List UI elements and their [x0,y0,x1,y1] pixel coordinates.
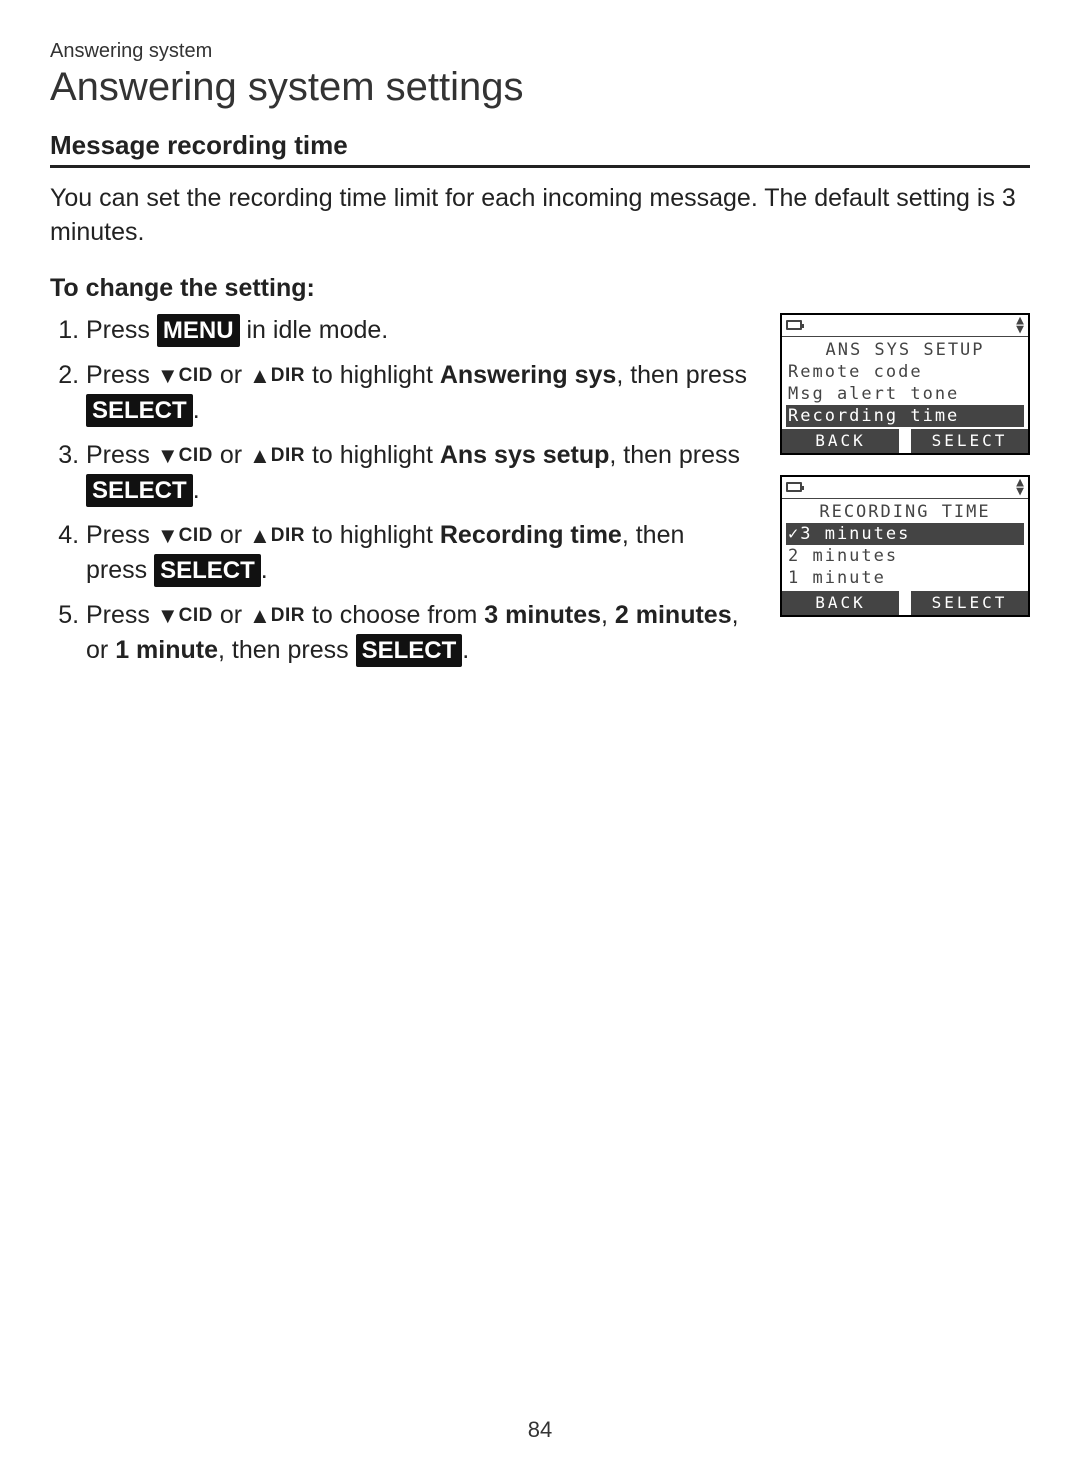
lcd-status-bar: ▲▼ [782,315,1028,337]
select-button-label: SELECT [154,554,261,588]
option: 3 minutes [484,601,601,629]
dir-label: DIR [271,445,305,466]
lcd-softkeys: BACK SELECT [782,429,1028,453]
select-button-label: SELECT [356,634,463,668]
step-3: Press ▼CID or ▲DIR to highlight Ans sys … [86,438,758,508]
page-number: 84 [0,1417,1080,1443]
step-5: Press ▼CID or ▲DIR to choose from 3 minu… [86,598,758,668]
lcd-row: 2 minutes [782,545,1028,567]
up-arrow-icon: ▲ [249,365,271,387]
up-arrow-icon: ▲ [249,445,271,467]
option: 1 minute [115,636,218,664]
softkey-select: SELECT [911,429,1028,453]
lcd-row-highlighted: ✓3 minutes [786,523,1024,545]
highlight-target: Recording time [440,521,622,549]
highlight-target: Ans sys setup [440,441,610,469]
text: to choose from [312,601,484,629]
softkey-select: SELECT [911,591,1028,615]
section-heading: Message recording time [50,130,1030,161]
dir-label: DIR [271,525,305,546]
text: to highlight [312,361,440,389]
page-title: Answering system settings [50,65,1030,110]
lcd-title: ANS SYS SETUP [782,339,1028,361]
lcd-row: 1 minute [782,567,1028,589]
lcd-status-bar: ▲▼ [782,477,1028,499]
scroll-arrows-icon: ▲▼ [1016,316,1024,334]
step-2: Press ▼CID or ▲DIR to highlight Answerin… [86,358,758,428]
cid-label: CID [179,445,213,466]
text: Press [86,441,157,469]
highlight-target: Answering sys [440,361,616,389]
sub-heading: To change the setting: [50,274,1030,303]
down-arrow-icon: ▼ [157,445,179,467]
step-4: Press ▼CID or ▲DIR to highlight Recordin… [86,518,758,588]
dir-label: DIR [271,365,305,386]
text: Press [86,521,157,549]
text: or [220,441,249,469]
softkey-gap [899,591,911,615]
text: Press [86,316,157,344]
step-1: Press MENU in idle mode. [86,313,758,348]
cid-label: CID [179,365,213,386]
lcd-screen-ans-sys-setup: ▲▼ ANS SYS SETUP Remote code Msg alert t… [780,313,1030,455]
text: , [601,601,615,629]
option: 2 minutes [615,601,732,629]
down-arrow-icon: ▼ [157,525,179,547]
select-button-label: SELECT [86,394,193,428]
breadcrumb: Answering system [50,40,1030,63]
cid-label: CID [179,605,213,626]
down-arrow-icon: ▼ [157,605,179,627]
divider [50,165,1030,168]
lcd-row-highlighted: Recording time [786,405,1024,427]
lcd-title: RECORDING TIME [782,501,1028,523]
battery-icon [786,482,802,492]
text: , then press [218,636,356,664]
lcd-softkeys: BACK SELECT [782,591,1028,615]
lcd-screen-recording-time: ▲▼ RECORDING TIME ✓3 minutes 2 minutes 1… [780,475,1030,617]
text: to highlight [312,441,440,469]
softkey-back: BACK [782,591,899,615]
steps-list: Press MENU in idle mode. Press ▼CID or ▲… [50,313,758,668]
lcd-row: Remote code [782,361,1028,383]
up-arrow-icon: ▲ [249,605,271,627]
up-arrow-icon: ▲ [249,525,271,547]
select-button-label: SELECT [86,474,193,508]
text: in idle mode. [246,316,388,344]
text: , then press [616,361,747,389]
lcd-row: Msg alert tone [782,383,1028,405]
intro-paragraph: You can set the recording time limit for… [50,182,1030,250]
menu-button-label: MENU [157,314,240,348]
manual-page: Answering system Answering system settin… [0,0,1080,1465]
down-arrow-icon: ▼ [157,365,179,387]
cid-label: CID [179,525,213,546]
text: , then press [609,441,740,469]
softkey-back: BACK [782,429,899,453]
softkey-gap [899,429,911,453]
text: or [220,521,249,549]
text: Press [86,601,157,629]
text: to highlight [312,521,440,549]
text: or [220,601,249,629]
battery-icon [786,320,802,330]
dir-label: DIR [271,605,305,626]
text: or [220,361,249,389]
text: Press [86,361,157,389]
scroll-arrows-icon: ▲▼ [1016,478,1024,496]
